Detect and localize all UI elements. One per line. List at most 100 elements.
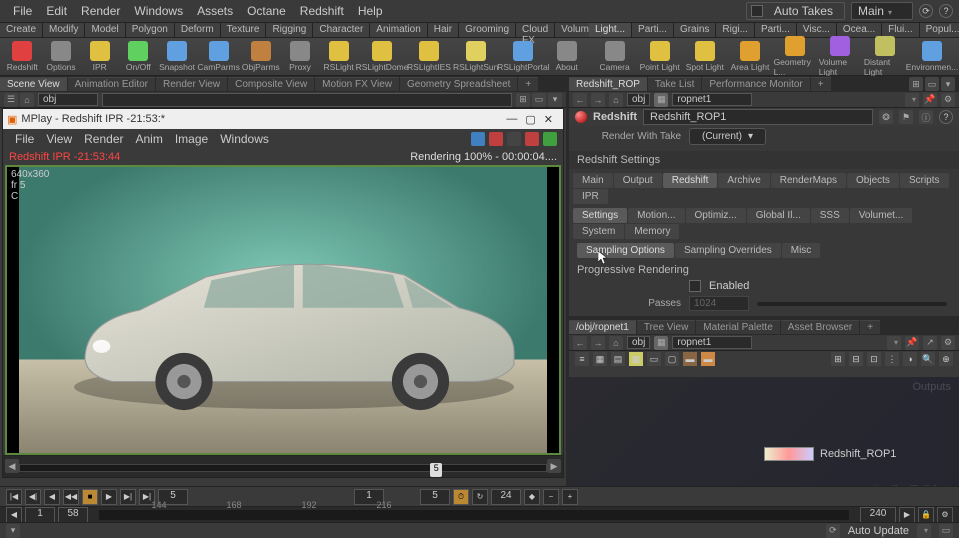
rs-tab-scripts[interactable]: Scripts: [900, 173, 949, 188]
shelf-tab[interactable]: Light...: [589, 23, 632, 37]
shelf-item-rslight[interactable]: RSLight: [320, 41, 357, 72]
shelf-tab[interactable]: Flui...: [882, 23, 919, 37]
mplay-tool-icon[interactable]: [507, 132, 521, 146]
rs-tab-archive[interactable]: Archive: [718, 173, 769, 188]
info-icon[interactable]: ⓘ: [919, 110, 933, 124]
shelf-item-options[interactable]: Options: [43, 41, 80, 72]
shelf-item-arealight[interactable]: Area Light: [728, 41, 771, 72]
pane-pin-icon[interactable]: ⊞: [909, 77, 923, 91]
rs-tab-main[interactable]: Main: [573, 173, 613, 188]
shelf-tab[interactable]: Popul...: [920, 23, 959, 37]
shelf-item-camparms[interactable]: CamParms: [197, 41, 240, 72]
rs-tab-samplingoptions[interactable]: Sampling Options: [577, 243, 674, 258]
enabled-checkbox[interactable]: [689, 280, 701, 292]
menu-assets[interactable]: Assets: [190, 4, 240, 18]
pane-max-icon[interactable]: ▭: [532, 93, 546, 107]
step-fwd-button[interactable]: ▶|: [120, 489, 136, 505]
pane-menu-icon[interactable]: ▾: [941, 77, 955, 91]
range-start-button[interactable]: ◀: [6, 507, 22, 523]
global-start-input[interactable]: 1: [25, 507, 55, 523]
shelf-tab[interactable]: Texture: [221, 23, 267, 37]
shelf-item-geometryl[interactable]: Geometry L...: [774, 36, 817, 77]
list-icon[interactable]: ≡: [575, 352, 589, 366]
path-obj[interactable]: obj: [627, 93, 650, 106]
menu-redshift[interactable]: Redshift: [293, 4, 351, 18]
shelf-item-rslightdome[interactable]: RSLightDome: [359, 41, 405, 72]
mplay-menu-image[interactable]: Image: [169, 132, 214, 146]
jump-icon[interactable]: ↗: [923, 336, 937, 350]
rs-tab-output[interactable]: Output: [614, 173, 662, 188]
home-icon[interactable]: ⌂: [609, 336, 623, 350]
tab-animation-editor[interactable]: Animation Editor: [68, 77, 155, 91]
mplay-record-icon[interactable]: [525, 132, 539, 146]
pane-pin-icon[interactable]: ⊞: [516, 93, 530, 107]
step-back-button[interactable]: ◀: [44, 489, 60, 505]
path-obj[interactable]: obj: [38, 93, 98, 106]
back-icon[interactable]: ←: [573, 93, 587, 107]
tab-render-view[interactable]: Render View: [156, 77, 227, 91]
shelf-tab[interactable]: Rigging: [266, 23, 313, 37]
path-network[interactable]: ropnet1: [672, 93, 752, 106]
tab-scene-view[interactable]: Scene View: [0, 77, 67, 91]
home-icon[interactable]: ⌂: [20, 93, 34, 107]
tab-redshift-rop[interactable]: Redshift_ROP: [569, 77, 647, 91]
loop-button[interactable]: ↻: [472, 489, 488, 505]
shelf-tab[interactable]: Parti...: [632, 23, 674, 37]
global-pstart-input[interactable]: 58: [58, 507, 88, 523]
menu-icon[interactable]: ☰: [4, 93, 18, 107]
shelf-item-rslighties[interactable]: RSLightIES: [407, 41, 451, 72]
auto-takes-toggle[interactable]: Auto Takes: [746, 2, 845, 20]
menu-windows[interactable]: Windows: [127, 4, 190, 18]
pin-icon[interactable]: 📌: [923, 93, 937, 107]
rs-tab-redshift[interactable]: Redshift: [663, 173, 718, 188]
flag-icon[interactable]: ⚑: [899, 110, 913, 124]
cook-icon[interactable]: ⟳: [826, 524, 840, 538]
pane-menu-icon[interactable]: ▾: [548, 93, 562, 107]
rs-tab-volumet[interactable]: Volumet...: [850, 208, 912, 223]
shelf-tab[interactable]: Hair: [428, 23, 459, 37]
snap-icon[interactable]: ⋮: [885, 352, 899, 366]
timeline-end-icon[interactable]: ▶: [547, 459, 561, 473]
gear-icon[interactable]: ⚙: [941, 336, 955, 350]
rs-tab-misc[interactable]: Misc: [782, 243, 821, 258]
menu-file[interactable]: File: [6, 4, 39, 18]
search-icon[interactable]: 🔍: [921, 352, 935, 366]
rs-tab-motion[interactable]: Motion...: [628, 208, 684, 223]
realtime-toggle[interactable]: ⏱: [453, 489, 469, 505]
mplay-titlebar[interactable]: ▣ MPlay - Redshift IPR -21:53:* — ▢ ✕: [3, 109, 563, 129]
shelf-item-rslightsun[interactable]: RSLightSun: [453, 41, 498, 72]
home-icon[interactable]: ⌂: [609, 93, 623, 107]
tab-asset-browser[interactable]: Asset Browser: [781, 320, 859, 334]
tab-motionfx-view[interactable]: Motion FX View: [315, 77, 399, 91]
take-select[interactable]: (Current)▾: [689, 128, 766, 145]
history-icon[interactable]: [887, 336, 901, 350]
path-field[interactable]: [102, 93, 512, 107]
mplay-tool-icon[interactable]: [489, 132, 503, 146]
shelf-item-snapshot[interactable]: Snapshot: [159, 41, 196, 72]
shelf-tab[interactable]: Polygon: [126, 23, 175, 37]
wire-icon[interactable]: ▭: [647, 352, 661, 366]
node-body[interactable]: [764, 447, 814, 461]
rs-tab-rendermaps[interactable]: RenderMaps: [771, 173, 846, 188]
shelf-item-pointlight[interactable]: Point Light: [638, 41, 681, 72]
play-button[interactable]: ▶: [101, 489, 117, 505]
pane-max-icon[interactable]: ▭: [925, 77, 939, 91]
perf-icon[interactable]: ▭: [939, 524, 953, 538]
tab-add[interactable]: +: [811, 77, 831, 91]
tab-material-palette[interactable]: Material Palette: [696, 320, 779, 334]
shelf-item-environmen[interactable]: Environmen...: [909, 41, 955, 72]
prev-key-button[interactable]: ◀|: [25, 489, 41, 505]
rs-tab-globalil[interactable]: Global Il...: [747, 208, 810, 223]
shelf-item-ipr[interactable]: IPR: [81, 41, 118, 72]
key-button[interactable]: ◆: [524, 489, 540, 505]
updates-icon[interactable]: ⟳: [919, 4, 933, 18]
add-button[interactable]: +: [562, 489, 578, 505]
shelf-tab[interactable]: Grooming: [459, 23, 516, 37]
shelf-tab[interactable]: Modify: [43, 23, 85, 37]
layout-icon[interactable]: ⊞: [831, 352, 845, 366]
shelf-item-redshift[interactable]: Redshift: [4, 41, 41, 72]
maximize-icon[interactable]: ▢: [525, 113, 535, 126]
shelf-item-about[interactable]: About: [548, 41, 585, 72]
node-redshift-rop[interactable]: Redshift_ROP1: [764, 447, 896, 461]
shelf-tab[interactable]: Ocea...: [837, 23, 882, 37]
